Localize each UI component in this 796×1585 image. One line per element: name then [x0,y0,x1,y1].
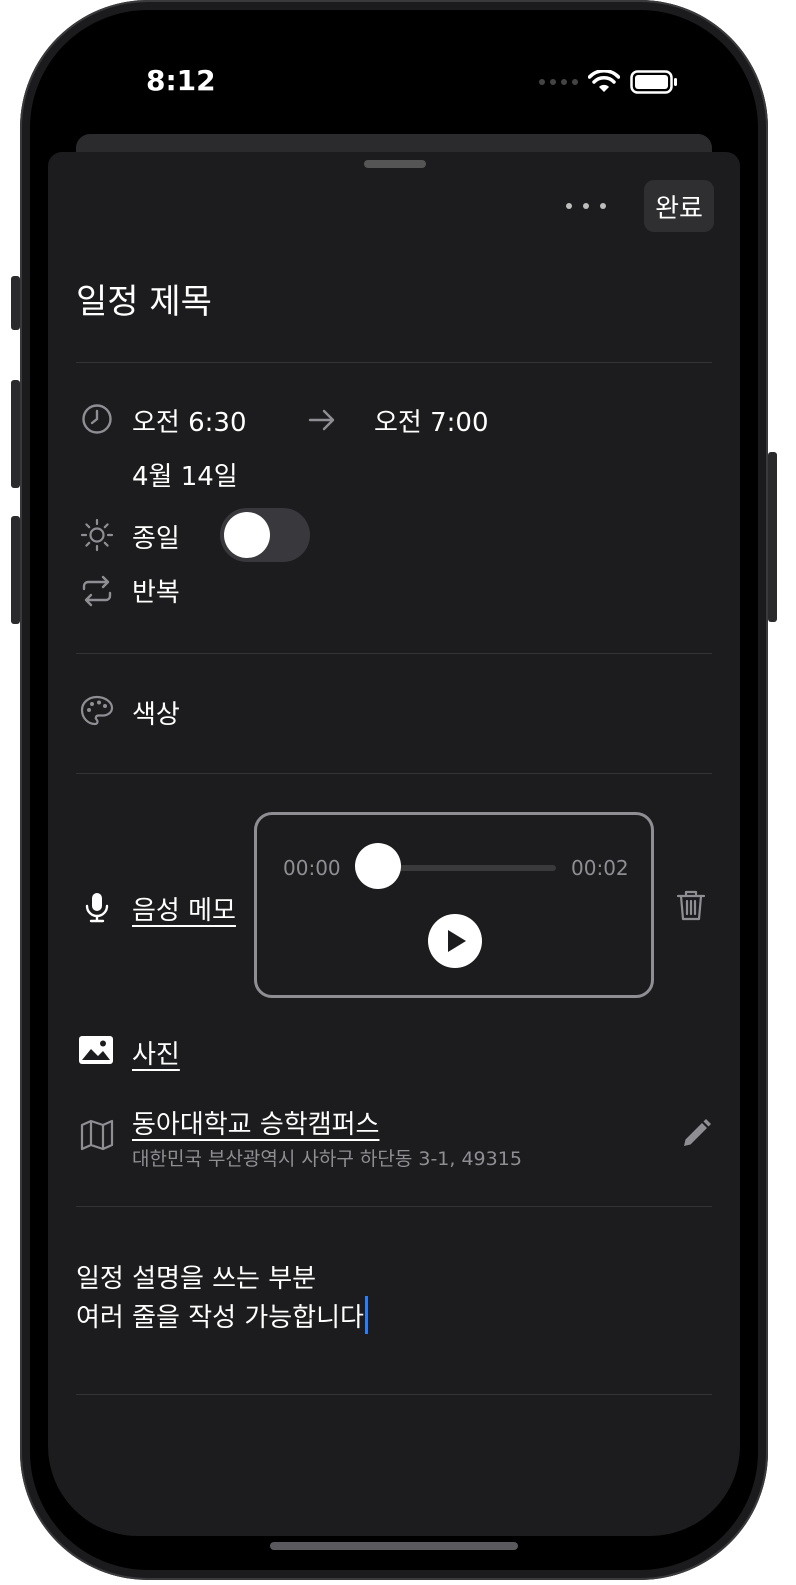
repeat-button[interactable]: 반복 [132,572,180,609]
microphone-icon [85,893,109,923]
sun-icon [80,518,114,552]
audio-progress-track[interactable] [380,865,556,871]
event-title[interactable]: 일정 제목 [76,274,212,323]
arrow-right-icon [308,409,335,431]
palette-icon [80,695,114,726]
toggle-knob [224,512,270,558]
audio-current-time: 00:00 [283,856,341,880]
start-time[interactable]: 오전 6:30 [132,402,247,439]
status-indicators [539,70,678,94]
end-time[interactable]: 오전 7:00 [374,402,489,439]
description-line-last: 여러 줄을 작성 가능합니다 [76,1296,368,1335]
audio-progress-thumb[interactable] [355,843,401,889]
divider [76,1394,712,1395]
divider [76,773,712,774]
photo-label[interactable]: 사진 [132,1034,180,1071]
wifi-icon [588,70,620,92]
cellular-icon [539,79,578,85]
play-icon [448,930,466,952]
battery-icon [630,70,677,94]
event-date[interactable]: 4월 14일 [132,456,238,493]
trash-icon[interactable] [674,888,708,922]
audio-player [254,812,654,998]
description-line: 일정 설명을 쓰는 부분 [76,1264,317,1294]
status-time: 8:12 [146,64,216,97]
all-day-label: 종일 [132,524,180,554]
location-name[interactable]: 동아대학교 승학캠퍼스 [132,1104,379,1141]
more-options-button[interactable] [566,196,606,216]
map-icon [80,1119,114,1151]
location-address: 대한민국 부산광역시 사하구 하단동 3-1, 49315 [132,1148,522,1170]
all-day-toggle[interactable] [220,508,310,562]
divider [76,653,712,654]
volume-down-button [11,516,20,624]
divider [76,362,712,363]
audio-duration: 00:02 [571,856,629,880]
repeat-icon [82,575,112,607]
description-line: 여러 줄을 작성 가능합니다 [76,1303,364,1333]
sheet-grabber[interactable] [364,160,426,168]
mute-switch [11,276,20,330]
divider [76,1206,712,1207]
event-description[interactable]: 일정 설명을 쓰는 부분 여러 줄을 작성 가능합니다 [76,1262,368,1335]
done-button[interactable]: 완료 [644,180,714,232]
pencil-icon[interactable] [680,1118,712,1150]
power-button [768,452,777,622]
voice-memo-label[interactable]: 음성 메모 [132,890,236,927]
photo-icon [79,1036,113,1064]
home-indicator[interactable] [270,1542,518,1550]
volume-up-button [11,380,20,488]
play-button[interactable] [428,914,482,968]
text-cursor [364,1296,368,1334]
clock-icon [82,404,112,434]
color-button[interactable]: 색상 [132,694,180,731]
